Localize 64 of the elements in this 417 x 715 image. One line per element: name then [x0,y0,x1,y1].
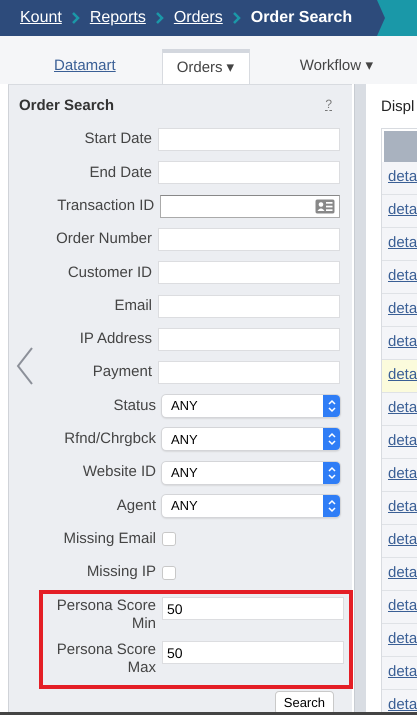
field-label: Website ID [82,462,157,482]
header-accent [377,0,417,36]
details-link[interactable]: deta [388,331,417,354]
scrollbar[interactable] [354,84,366,715]
menu-tab[interactable]: Workflow ▾ [286,49,388,84]
details-link[interactable]: deta [388,529,417,552]
field-label: Payment [92,362,153,382]
chevron-icon [72,12,80,24]
details-link[interactable]: deta [388,199,417,222]
updown-icon [328,399,336,414]
select-field[interactable]: ANY [162,428,340,450]
updown-icon [328,498,336,513]
chevron-icon [232,12,241,24]
help-link[interactable]: ? [325,98,332,111]
panel-title: Order Search [19,96,114,116]
menu-tab[interactable]: Orders ▾ [162,49,250,84]
field-label: End Date [88,162,153,183]
details-link[interactable]: deta [388,397,417,420]
field-label: Status [112,396,157,416]
details-link[interactable]: deta [388,166,417,189]
field-label: Missing IP [86,562,157,582]
field-label: Transaction ID [56,196,156,216]
select-field[interactable]: ANY [162,494,340,517]
field-label: Persona Score Max [56,641,157,677]
input-field[interactable]: 50 [162,597,344,620]
select-field[interactable]: ANY [162,395,340,418]
field-label: Missing Email [62,528,157,549]
details-link[interactable]: deta [388,265,417,288]
details-link[interactable]: deta [388,628,417,651]
input-field[interactable] [160,194,340,218]
chevron-left-icon[interactable] [15,347,35,385]
results-caption: Displ [381,97,416,117]
details-link[interactable]: deta [388,661,417,684]
field-label: Agent [116,496,157,516]
details-link[interactable]: deta [388,595,417,618]
details-link[interactable]: deta [388,364,417,387]
breadcrumb-link[interactable]: Orders [174,6,223,30]
details-link[interactable]: deta [388,694,417,715]
field-label: Order Number [55,229,153,250]
breadcrumb-current: Order Search [250,8,352,28]
details-link[interactable]: deta [388,562,417,585]
updown-icon [328,466,336,480]
breadcrumb-link[interactable]: Kount [20,6,62,30]
checkbox[interactable] [162,566,176,580]
field-label: IP Address [78,329,153,350]
table-header [384,130,417,162]
details-link[interactable]: deta [388,232,417,255]
select-field[interactable]: ANY [162,462,340,484]
details-link[interactable]: deta [388,463,417,486]
details-link[interactable]: deta [388,430,417,453]
chevron-icon [156,12,164,24]
field-label: Start Date [83,129,153,150]
details-link[interactable]: deta [388,496,417,519]
field-label: Email [113,296,153,316]
input-field[interactable]: 50 [162,641,344,664]
field-label: Customer ID [66,262,153,283]
updown-icon [328,432,336,446]
details-link[interactable]: deta [388,298,417,321]
breadcrumb-link[interactable]: Reports [90,6,146,30]
checkbox[interactable] [162,532,176,546]
field-label: Persona Score Min [56,597,157,633]
field-label: Rfnd/Chrgbck [63,429,157,450]
contact-card-icon [315,198,335,214]
tab-link[interactable]: Datamart [40,49,130,84]
